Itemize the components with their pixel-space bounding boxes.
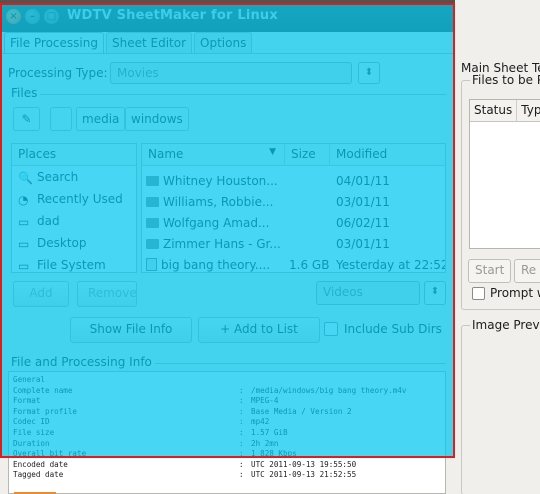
desktop-icon: ▭ xyxy=(18,237,30,251)
info-row: File size:1.57 GiB xyxy=(13,427,288,437)
tab-bar: File Processing Sheet Editor Options xyxy=(4,32,254,54)
add-button[interactable]: Add xyxy=(13,281,69,307)
window-title: WDTV SheetMaker for Linux xyxy=(67,8,278,23)
edit-path-icon[interactable]: ✎ xyxy=(13,107,40,131)
background-window: Main Sheet Te Files to be P Status Typ S… xyxy=(455,0,540,494)
info-row: Codec ID: mp42 xyxy=(13,417,270,427)
include-sub-dirs-label: Include Sub Dirs xyxy=(344,322,442,336)
files-to-process-label: Files to be P xyxy=(470,73,540,87)
file-filter-stepper[interactable]: ⬍ xyxy=(424,281,446,305)
place-dad[interactable]: ▭ dad xyxy=(12,210,136,232)
folder-icon xyxy=(146,175,159,186)
file-list[interactable]: Name ▼ Size Modified Whitney Houston... 0… xyxy=(141,143,446,273)
info-row: Complete name:/media/windows/big bang th… xyxy=(13,385,407,395)
home-folder-icon: ▭ xyxy=(18,215,30,229)
minimize-icon[interactable]: – xyxy=(25,9,40,24)
place-search[interactable]: 🔍 Search xyxy=(12,166,136,188)
image-preview-label: Image Previ xyxy=(470,318,540,332)
places-pane[interactable]: Places 🔍 Search ◔ Recently Used ▭ dad ▭ … xyxy=(11,143,137,273)
file-row[interactable]: Wolfgang Amad... 06/02/11 xyxy=(142,212,445,233)
prompt-checkbox-label: Prompt w xyxy=(490,286,540,300)
place-desktop[interactable]: ▭ Desktop xyxy=(12,232,136,254)
include-sub-dirs-box[interactable] xyxy=(324,322,338,336)
tab-options[interactable]: Options xyxy=(194,32,253,54)
file-row[interactable]: Zimmer Hans - Gr... 03/01/11 xyxy=(142,233,445,254)
info-row: Format profile: Base Media / Version 2 xyxy=(13,406,352,416)
processing-type-select[interactable]: Movies xyxy=(110,62,352,84)
info-row: Encoded date: UTC 2011-09-13 19:55:50 xyxy=(13,459,357,469)
show-file-info-button[interactable]: Show File Info xyxy=(70,317,192,343)
info-row: Duration:2h 2mn xyxy=(13,438,279,448)
drive-icon[interactable] xyxy=(50,107,72,131)
file-row[interactable]: big bang theory.... 1.6 GB Yesterday at … xyxy=(142,254,445,272)
info-group-label: File and Processing Info xyxy=(8,355,155,369)
file-row[interactable]: Williams, Robbie... 03/01/11 xyxy=(142,191,445,212)
folder-icon xyxy=(146,238,159,249)
clock-icon: ◔ xyxy=(18,193,29,207)
folder-icon xyxy=(146,217,159,228)
add-to-list-button[interactable]: + Add to List xyxy=(198,317,320,343)
column-status[interactable]: Status xyxy=(470,100,518,121)
files-to-process-table[interactable]: Status Typ xyxy=(469,99,540,249)
include-sub-dirs-checkbox[interactable]: Include Sub Dirs xyxy=(324,322,442,336)
column-size[interactable]: Size xyxy=(285,144,330,165)
tab-file-processing[interactable]: File Processing xyxy=(4,32,104,54)
column-type[interactable]: Typ xyxy=(517,100,540,121)
place-recently-used[interactable]: ◔ Recently Used xyxy=(12,188,136,210)
info-row: Format: MPEG-4 xyxy=(13,396,279,406)
prompt-checkbox-box[interactable] xyxy=(472,286,485,300)
place-label: File System xyxy=(37,258,106,272)
folder-icon xyxy=(146,196,159,207)
file-row[interactable]: Whitney Houston... 04/01/11 xyxy=(142,170,445,191)
info-row: Tagged date: UTC 2011-09-13 21:52:55 xyxy=(13,470,357,480)
image-preview-frame: Image Previ xyxy=(461,318,540,494)
file-info-text[interactable]: General Complete name:/media/windows/big… xyxy=(8,371,446,494)
maximize-icon[interactable]: □ xyxy=(44,9,59,24)
remove-button[interactable]: Remove xyxy=(77,281,137,307)
place-label: dad xyxy=(37,214,60,228)
place-file-system[interactable]: ▭ File System xyxy=(12,254,136,273)
place-label: Recently Used xyxy=(37,192,123,206)
column-name[interactable]: Name ▼ xyxy=(142,144,285,165)
info-row: Overall bit rate:1 828 Kbps xyxy=(13,449,297,459)
file-filter-select[interactable]: Videos xyxy=(316,281,420,305)
remove-queue-button[interactable]: Re xyxy=(514,259,540,283)
processing-type-stepper[interactable]: ⬍ xyxy=(358,62,380,84)
files-to-process-frame: Files to be P Status Typ Start Re Prompt… xyxy=(461,73,540,310)
column-modified[interactable]: Modified xyxy=(330,144,445,165)
search-icon: 🔍 xyxy=(18,171,33,185)
tab-sheet-editor[interactable]: Sheet Editor xyxy=(105,32,193,54)
drive-icon: ▭ xyxy=(18,259,30,273)
files-group-label: Files xyxy=(8,86,41,100)
start-button[interactable]: Start xyxy=(468,259,512,283)
place-label: Search xyxy=(37,170,79,184)
place-label: Desktop xyxy=(37,236,87,250)
processing-type-label: Processing Type: xyxy=(8,66,108,80)
tab-divider xyxy=(0,53,455,54)
title-bar[interactable]: × – □ WDTV SheetMaker for Linux xyxy=(0,0,455,32)
video-file-icon xyxy=(146,258,157,271)
sheetmaker-window: × – □ WDTV SheetMaker for Linux File Pro… xyxy=(0,0,455,494)
info-row: General xyxy=(13,375,46,384)
path-button-windows[interactable]: windows xyxy=(125,107,189,131)
path-button-media[interactable]: media xyxy=(76,107,126,131)
files-group-line xyxy=(8,94,446,95)
sort-down-icon: ▼ xyxy=(269,147,276,157)
places-header[interactable]: Places xyxy=(12,144,136,166)
prompt-checkbox[interactable]: Prompt w xyxy=(472,286,540,300)
close-icon[interactable]: × xyxy=(6,9,21,24)
